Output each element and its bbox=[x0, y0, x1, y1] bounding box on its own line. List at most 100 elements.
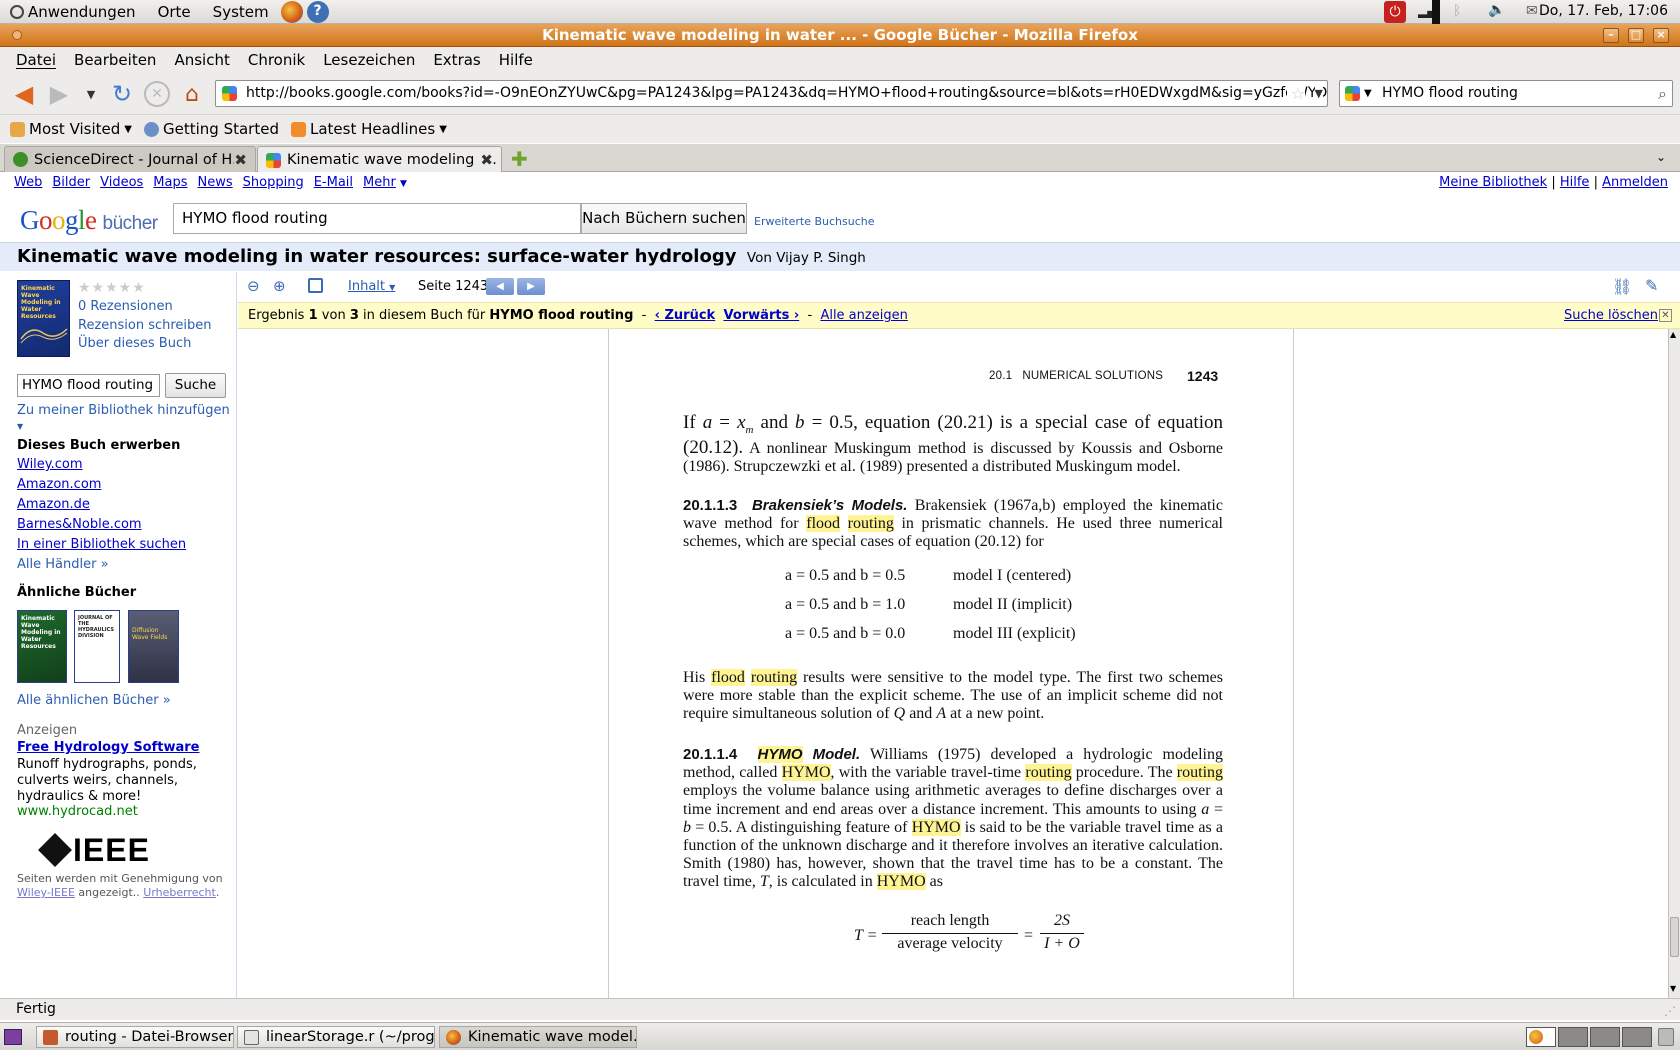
bookmark-star-icon[interactable]: ☆ bbox=[1286, 81, 1305, 106]
rating-stars[interactable]: ★★★★★ bbox=[78, 280, 146, 296]
copyright-link[interactable]: Urheberrecht bbox=[143, 886, 216, 899]
menu-extras[interactable]: Extras bbox=[424, 51, 489, 69]
menu-chronik[interactable]: Chronik bbox=[239, 51, 314, 69]
anmelden-link[interactable]: Anmelden bbox=[1602, 175, 1668, 190]
zoom-out-icon[interactable]: ⊖ bbox=[247, 277, 260, 295]
fullscreen-icon[interactable] bbox=[308, 278, 323, 293]
back-arrow-icon[interactable]: ◀ bbox=[11, 80, 37, 108]
taskbar-editor[interactable]: linearStorage.r (~/prog... bbox=[237, 1026, 435, 1048]
volume-icon[interactable]: 🔈 bbox=[1488, 2, 1505, 18]
help-icon[interactable]: ? bbox=[306, 0, 329, 23]
menu-anwendungen[interactable]: Anwendungen bbox=[28, 3, 136, 21]
gbar-news[interactable]: News bbox=[198, 175, 233, 190]
similar-book-3-cover[interactable]: Diffusion Wave Fields bbox=[128, 610, 179, 683]
history-dropdown-icon[interactable]: ▼ bbox=[78, 81, 104, 107]
zoom-in-icon[interactable]: ⊕ bbox=[273, 277, 286, 295]
bookmark-getting-started[interactable]: Getting Started bbox=[144, 120, 279, 138]
hilfe-link[interactable]: Hilfe bbox=[1560, 175, 1590, 190]
gbar-shopping[interactable]: Shopping bbox=[243, 175, 304, 190]
about-book-link[interactable]: Über dieses Buch bbox=[78, 336, 191, 351]
bookmark-latest-headlines[interactable]: Latest Headlines ▼ bbox=[290, 120, 447, 138]
reload-icon[interactable]: ↻ bbox=[109, 80, 135, 108]
close-window-button[interactable]: × bbox=[1653, 28, 1669, 43]
shutdown-icon[interactable]: ⏻ bbox=[1384, 1, 1406, 23]
tab-sciencedirect[interactable]: ScienceDirect - Journal of H... ✖ bbox=[4, 146, 256, 172]
inbook-search-button[interactable]: Suche bbox=[165, 373, 226, 398]
advanced-search-link[interactable]: Erweiterte Buchsuche bbox=[754, 215, 875, 228]
workspace-1-firefox[interactable] bbox=[1526, 1027, 1556, 1047]
taskbar-file-browser[interactable]: routing - Datei-Browser bbox=[36, 1026, 234, 1048]
bluetooth-icon[interactable]: ᛒ bbox=[1453, 3, 1461, 19]
close-tab-icon[interactable]: ✖ bbox=[480, 151, 493, 169]
seller-amazon-com[interactable]: Amazon.com bbox=[17, 477, 101, 492]
prev-page-button[interactable]: ◀ bbox=[486, 278, 514, 295]
scroll-down-icon[interactable]: ▼ bbox=[1670, 984, 1676, 993]
page-scrollbar[interactable]: ▲ ▼ bbox=[1668, 329, 1680, 998]
search-bar[interactable]: ▼ HYMO flood routing ⌕ bbox=[1339, 80, 1673, 107]
all-sellers-link[interactable]: Alle Händler » bbox=[17, 557, 109, 572]
next-page-button[interactable]: ▶ bbox=[517, 278, 545, 295]
meine-bibliothek-link[interactable]: Meine Bibliothek bbox=[1439, 175, 1547, 190]
search-engine-icon[interactable] bbox=[1345, 86, 1360, 101]
home-icon[interactable]: ⌂ bbox=[179, 81, 205, 107]
new-tab-icon[interactable]: ✚ bbox=[511, 147, 528, 171]
edit-note-icon[interactable]: ✎ bbox=[1645, 276, 1658, 295]
similar-book-1-cover[interactable]: Kinematic Wave Modeling in Water Resourc… bbox=[17, 610, 67, 683]
url-dropdown-icon[interactable]: ▼ bbox=[1314, 81, 1323, 106]
menu-hilfe[interactable]: Hilfe bbox=[490, 51, 542, 69]
gbar-maps[interactable]: Maps bbox=[153, 175, 187, 190]
tab-list-dropdown-icon[interactable]: ⌄ bbox=[1656, 150, 1666, 164]
mail-icon[interactable]: ✉ bbox=[1526, 3, 1538, 19]
menu-lesezeichen[interactable]: Lesezeichen bbox=[314, 51, 424, 69]
clock[interactable]: Do, 17. Feb, 17:06 bbox=[1539, 3, 1668, 19]
similar-book-2-cover[interactable]: JOURNAL OF THE HYDRAULICS DIVISION bbox=[74, 610, 120, 683]
gbar-videos[interactable]: Videos bbox=[100, 175, 143, 190]
forward-arrow-icon[interactable]: ▶ bbox=[46, 80, 72, 108]
workspace-2[interactable] bbox=[1558, 1027, 1588, 1047]
bookmark-most-visited[interactable]: Most Visited ▼ bbox=[10, 120, 132, 138]
seller-barnes-noble[interactable]: Barnes&Noble.com bbox=[17, 517, 142, 532]
scroll-up-icon[interactable]: ▲ bbox=[1670, 330, 1676, 339]
gbar-web[interactable]: Web bbox=[14, 175, 42, 190]
seller-amazon-de[interactable]: Amazon.de bbox=[17, 497, 90, 512]
book-page-viewer[interactable]: 20.1 NUMERICAL SOLUTIONS 1243 If a = xm … bbox=[238, 329, 1668, 998]
wiley-ieee-link[interactable]: Wiley-IEEE bbox=[17, 886, 75, 899]
search-go-icon[interactable]: ⌕ bbox=[1658, 81, 1667, 106]
workspace-3[interactable] bbox=[1590, 1027, 1620, 1047]
clear-search-link[interactable]: Suche löschen bbox=[1564, 303, 1658, 329]
google-books-logo[interactable]: Google bücher bbox=[20, 205, 158, 236]
show-desktop-icon[interactable] bbox=[4, 1029, 22, 1045]
add-to-library-link[interactable]: Zu meiner Bibliothek hinzufügen ▼ bbox=[17, 403, 236, 433]
window-titlebar[interactable]: Kinematic wave modeling in water ... - G… bbox=[0, 24, 1680, 47]
scroll-thumb[interactable] bbox=[1670, 917, 1679, 957]
contents-dropdown[interactable]: Inhalt ▼ bbox=[348, 279, 395, 294]
search-engine-dropdown-icon[interactable]: ▼ bbox=[1364, 81, 1372, 106]
tab-kinematic-wave[interactable]: Kinematic wave modeling i... ✖ bbox=[257, 146, 502, 173]
clear-search-close-icon[interactable]: ✕ bbox=[1659, 309, 1672, 322]
close-tab-icon[interactable]: ✖ bbox=[234, 151, 247, 169]
gbar-mehr[interactable]: Mehr ▼ bbox=[363, 175, 407, 190]
write-review-link[interactable]: Rezension schreiben bbox=[78, 318, 212, 333]
menu-system[interactable]: System bbox=[213, 3, 269, 21]
reviews-link[interactable]: 0 Rezensionen bbox=[78, 299, 173, 314]
ieee-logo[interactable]: IEEE bbox=[17, 831, 193, 869]
inbook-search-input[interactable]: HYMO flood routing bbox=[17, 374, 160, 397]
gbar-bilder[interactable]: Bilder bbox=[52, 175, 90, 190]
ad-url[interactable]: www.hydrocad.net bbox=[17, 804, 138, 819]
book-cover-thumbnail[interactable]: Kinematic Wave Modeling in Water Resourc… bbox=[17, 280, 70, 357]
stop-icon[interactable]: ✕ bbox=[144, 81, 170, 107]
result-back-link[interactable]: ‹ Zurück bbox=[655, 308, 716, 323]
url-bar[interactable]: http://books.google.com/books?id=-O9nEOn… bbox=[215, 80, 1328, 107]
workspace-4[interactable] bbox=[1622, 1027, 1652, 1047]
search-books-button[interactable]: Nach Büchern suchen bbox=[581, 203, 747, 234]
taskbar-firefox[interactable]: Kinematic wave model... bbox=[439, 1026, 637, 1048]
trash-icon[interactable] bbox=[1658, 1028, 1674, 1046]
link-icon[interactable]: ⛓ bbox=[1612, 277, 1632, 296]
window-menu-icon[interactable] bbox=[12, 30, 22, 40]
books-search-input[interactable]: HYMO flood routing bbox=[173, 203, 581, 234]
minimize-button[interactable]: – bbox=[1603, 28, 1619, 43]
menu-ansicht[interactable]: Ansicht bbox=[165, 51, 238, 69]
menu-bearbeiten[interactable]: Bearbeiten bbox=[65, 51, 165, 69]
seller-library[interactable]: In einer Bibliothek suchen bbox=[17, 537, 186, 552]
firefox-launcher-icon[interactable] bbox=[280, 0, 303, 23]
